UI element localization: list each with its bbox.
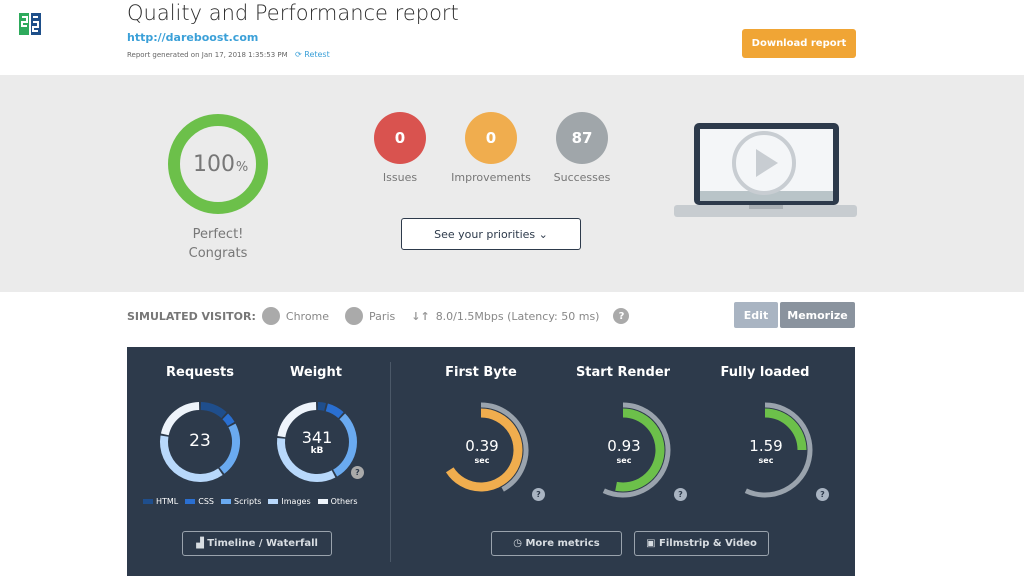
page-title: Quality and Performance report [127, 1, 459, 25]
chrome-icon [261, 307, 280, 325]
legend-item: Others [317, 497, 358, 506]
weight-segment-css [325, 403, 344, 419]
improvements-count[interactable]: 0 [465, 112, 517, 164]
video-thumbnail[interactable] [674, 121, 857, 217]
score-ring: 100% [168, 114, 268, 214]
timing-unit: sec [474, 456, 490, 465]
timing-title: Start Render [575, 365, 671, 380]
improvements-bubble: 0 [465, 112, 517, 164]
visitor-browser: Chrome [285, 309, 330, 323]
report-date: Report generated on Jan 17, 2018 1:35:53… [127, 51, 288, 59]
dareboost-logo [19, 13, 41, 35]
legend-item: Images [268, 497, 311, 506]
issues-bubble: 0 [374, 112, 426, 164]
timing-title: Fully loaded [720, 365, 810, 380]
more-metrics-button[interactable]: ◷ More metrics [491, 531, 622, 556]
help-icon[interactable]: ? [674, 488, 687, 501]
download-report-button[interactable]: Download report [742, 29, 856, 58]
priorities-label: See your priorities [434, 227, 536, 241]
timeline-waterfall-button[interactable]: ▟ Timeline / Waterfall [182, 531, 332, 556]
verdict-line1: Perfect! [192, 227, 244, 242]
timing-value: 0.93 [607, 437, 641, 455]
chevron-down-icon: ⌄ [538, 227, 548, 241]
visitor-label: SIMULATED VISITOR: [127, 309, 256, 323]
visitor-connection: 8.0/1.5Mbps (Latency: 50 ms) [435, 309, 600, 323]
globe-icon [345, 307, 364, 325]
score-value: 100 [193, 152, 235, 177]
help-icon[interactable]: ? [613, 308, 630, 324]
memorize-button[interactable]: Memorize [780, 302, 855, 328]
help-icon[interactable]: ? [532, 488, 545, 501]
waterfall-icon: ▟ [196, 538, 208, 549]
site-url-link[interactable]: http://dareboost.com [127, 31, 258, 44]
retest-link[interactable]: ⟳ Retest [295, 50, 330, 59]
clock-icon: ◷ [513, 538, 526, 549]
requests-segment-css [222, 413, 235, 426]
film-icon: ▣ [646, 538, 660, 549]
help-icon[interactable]: ? [816, 488, 829, 501]
verdict-line2: Congrats [188, 246, 248, 261]
timing-title: First Byte [445, 365, 517, 380]
timing-unit: sec [616, 456, 632, 465]
legend-item: CSS [185, 497, 214, 506]
weight-title: Weight [290, 365, 342, 380]
issues-count[interactable]: 0 [374, 112, 426, 164]
weight-unit: kB [310, 446, 324, 456]
requests-segment-html [200, 402, 227, 419]
filmstrip-video-button[interactable]: ▣ Filmstrip & Video [634, 531, 769, 556]
timing-value: 0.39 [465, 437, 499, 455]
divider [390, 362, 391, 562]
weight-segment-html [317, 402, 326, 411]
refresh-icon: ⟳ [295, 50, 305, 59]
help-icon[interactable]: ? [351, 466, 364, 479]
successes-label: Successes [553, 171, 611, 184]
legend-item: Scripts [221, 497, 261, 506]
requests-value: 23 [189, 431, 211, 451]
bandwidth-icon: ↓↑ [411, 309, 430, 323]
successes-bubble: 87 [556, 112, 608, 164]
simulated-visitor: SIMULATED VISITOR: Chrome Paris ↓↑ 8.0/1.… [127, 307, 630, 325]
timing-unit: sec [758, 456, 774, 465]
verdict: Perfect! Congrats [150, 225, 286, 263]
timing-value: 1.59 [749, 437, 783, 455]
legend: HTML CSS Scripts Images Others [143, 497, 358, 506]
edit-button[interactable]: Edit [734, 302, 778, 328]
legend-item: HTML [143, 497, 178, 506]
score-unit: % [236, 160, 248, 175]
weight-value: 341 [301, 428, 333, 447]
visitor-location: Paris [369, 309, 396, 323]
successes-count[interactable]: 87 [556, 112, 608, 164]
see-priorities-button[interactable]: See your priorities ⌄ [401, 218, 581, 250]
